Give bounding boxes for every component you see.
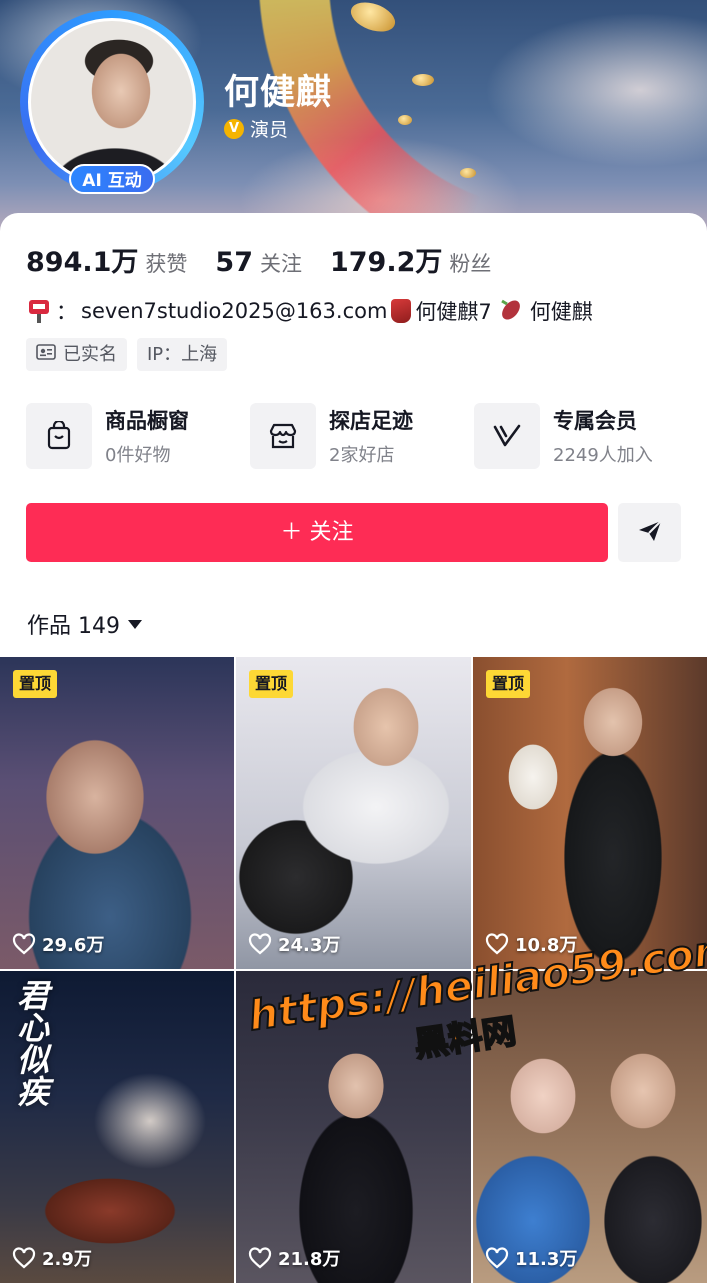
- video-likes: 10.8万: [485, 931, 577, 957]
- video-thumbnail[interactable]: 置顶 24.3万: [236, 657, 471, 969]
- video-likes: 29.6万: [12, 931, 104, 957]
- video-likes: 24.3万: [248, 931, 340, 957]
- poster-title: 君心似疾: [12, 979, 50, 1107]
- video-likes-count: 24.3万: [278, 935, 341, 956]
- bio-colon: ：: [56, 300, 77, 324]
- bio-email: seven7studio2025@163.com: [81, 299, 388, 323]
- likes-count: 894.1万: [26, 247, 139, 278]
- video-grid: 置顶 29.6万 置顶 24.3万 置顶 10.8万 君心似疾 2.9万 21.…: [0, 657, 707, 1283]
- mailbox-icon: [28, 298, 50, 324]
- store-visits-entry[interactable]: 探店足迹 2家好店: [250, 403, 474, 469]
- pinned-badge: 置顶: [486, 670, 531, 698]
- share-button[interactable]: [618, 503, 681, 562]
- heart-icon: [485, 1247, 509, 1269]
- verified-v-icon: V: [224, 118, 244, 139]
- realname-text: 已实名: [63, 344, 117, 365]
- membership-title: 专属会员: [553, 409, 637, 433]
- video-thumbnail[interactable]: 君心似疾 2.9万: [0, 971, 234, 1283]
- video-thumbnail[interactable]: 11.3万: [473, 971, 707, 1283]
- coin-decoration: [412, 74, 434, 86]
- membership-entry[interactable]: 专属会员 2249人加入: [474, 403, 698, 469]
- verified-title-text: 演员: [250, 119, 289, 141]
- video-likes: 2.9万: [12, 1245, 92, 1271]
- sweet-potato-icon: [498, 297, 524, 326]
- bag-icon: [26, 403, 92, 469]
- video-thumbnail[interactable]: 置顶 10.8万: [473, 657, 707, 969]
- bio-contact: ： seven7studio2025@163.com 何健麒7 何健麒: [28, 296, 593, 326]
- profile-tags: 已实名 IP：上海: [26, 338, 228, 371]
- works-tab-label: 作品 149: [27, 614, 120, 639]
- pinned-badge: 置顶: [249, 670, 294, 698]
- following-count[interactable]: 57: [215, 247, 253, 278]
- video-likes: 11.3万: [485, 1245, 577, 1271]
- ai-interact-badge[interactable]: AI 互动: [69, 164, 155, 194]
- works-tab[interactable]: 作品 149: [27, 608, 142, 640]
- video-likes-count: 21.8万: [278, 1249, 341, 1270]
- video-thumbnail[interactable]: 置顶 29.6万: [0, 657, 234, 969]
- video-likes-count: 11.3万: [515, 1249, 578, 1270]
- realname-tag: 已实名: [26, 338, 127, 371]
- id-card-icon: [36, 338, 56, 371]
- ip-tag: IP：上海: [137, 338, 228, 371]
- heart-icon: [248, 1247, 272, 1269]
- coin-decoration: [460, 168, 476, 178]
- pinned-badge: 置顶: [13, 670, 58, 698]
- shop-window-subtitle: 0件好物: [105, 445, 171, 466]
- video-thumbnail[interactable]: 21.8万: [236, 971, 471, 1283]
- shop-window-title: 商品橱窗: [105, 409, 189, 433]
- heart-icon: [485, 933, 509, 955]
- send-icon: [637, 519, 663, 547]
- scarf-icon: [391, 299, 412, 323]
- shop-window-entry[interactable]: 商品橱窗 0件好物: [26, 403, 250, 469]
- verified-title: V 演员: [224, 115, 288, 142]
- video-likes-count: 10.8万: [515, 935, 578, 956]
- membership-subtitle: 2249人加入: [553, 445, 653, 466]
- vip-v-icon: [474, 403, 540, 469]
- ip-text: IP：上海: [147, 344, 218, 365]
- follow-button[interactable]: ＋ 关注: [26, 503, 608, 562]
- followers-label[interactable]: 粉丝: [449, 248, 491, 278]
- dropdown-triangle-icon: [128, 619, 142, 629]
- heart-icon: [12, 1247, 36, 1269]
- video-likes-count: 29.6万: [42, 935, 105, 956]
- store-visits-subtitle: 2家好店: [329, 445, 395, 466]
- profile-name: 何健麒: [224, 73, 333, 113]
- profile-stats: 894.1万 获赞 57 关注 179.2万 粉丝: [26, 240, 519, 279]
- store-visits-title: 探店足迹: [329, 409, 413, 433]
- coin-decoration: [398, 115, 412, 125]
- rainbow-decoration: [250, 0, 707, 245]
- video-likes-count: 2.9万: [42, 1249, 92, 1270]
- followers-count[interactable]: 179.2万: [330, 240, 442, 279]
- video-likes: 21.8万: [248, 1245, 340, 1271]
- following-label[interactable]: 关注: [260, 248, 302, 278]
- heart-icon: [248, 933, 272, 955]
- heart-icon: [12, 933, 36, 955]
- store-icon: [250, 403, 316, 469]
- avatar-photo: [28, 18, 196, 186]
- bio-handle-1: 何健麒7: [415, 300, 492, 324]
- shop-entries: 商品橱窗 0件好物 探店足迹 2家好店 专属会员 2249人加入: [26, 403, 698, 469]
- likes-label: 获赞: [145, 252, 188, 276]
- bio-handle-2: 何健麒: [529, 300, 593, 324]
